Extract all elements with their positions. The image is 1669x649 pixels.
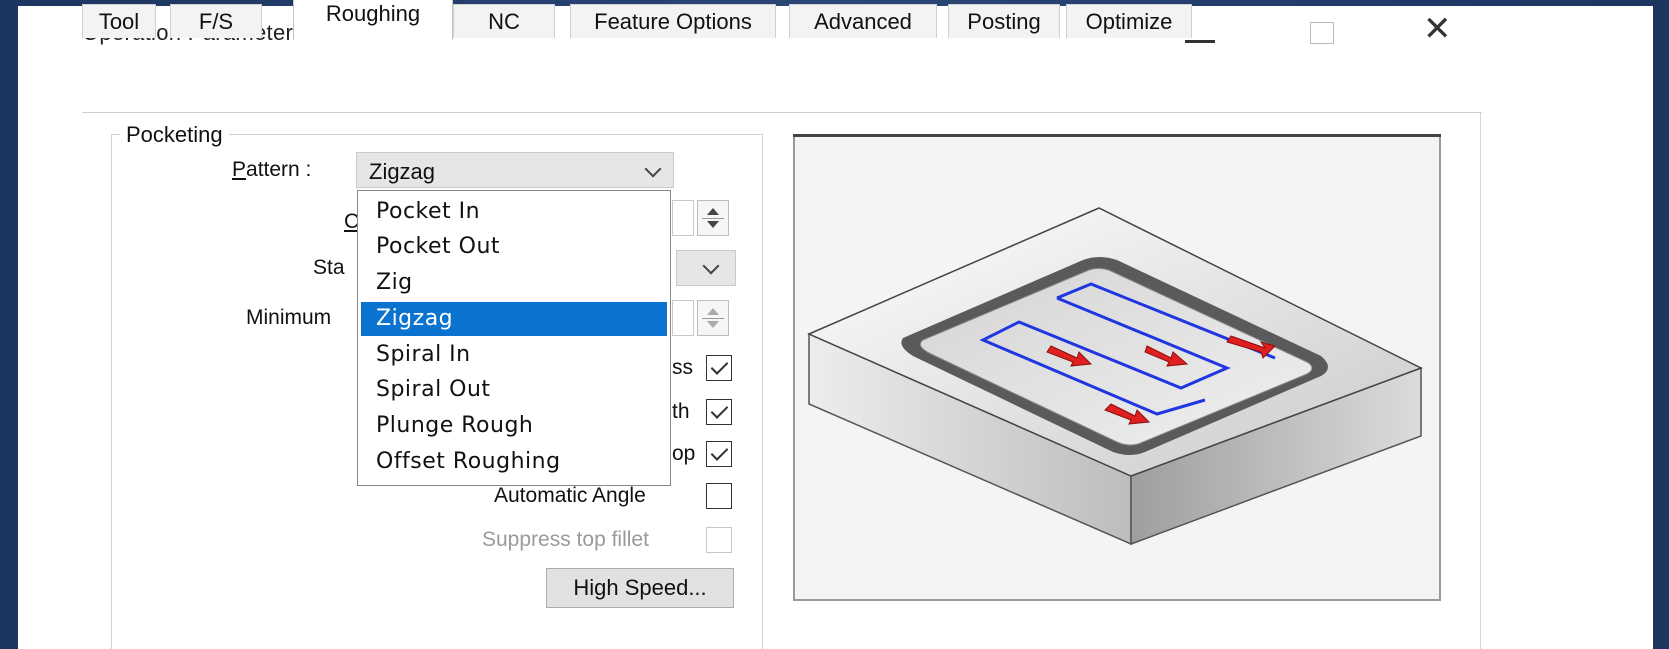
tab-optimize[interactable]: Optimize — [1066, 4, 1192, 38]
chevron-down-icon — [702, 257, 720, 275]
pattern-option-zigzag[interactable]: Zigzag — [361, 302, 667, 336]
pattern-dropdown-list: Pocket In Pocket Out Zig Zigzag Spiral I… — [357, 190, 671, 486]
option-label-fragment-3: op — [672, 442, 696, 465]
pattern-option-spiral-out[interactable]: Spiral Out — [361, 373, 667, 407]
start-label-partial: Sta — [313, 256, 345, 279]
spin-down-icon — [707, 221, 719, 228]
pattern-option-pocket-in[interactable]: Pocket In — [361, 195, 667, 229]
pattern-option-zig[interactable]: Zig — [361, 266, 667, 300]
spin-divider — [702, 318, 724, 319]
option-label-fragment-2: th — [672, 400, 690, 423]
pocketing-group-label: Pocketing — [120, 122, 229, 148]
pattern-preview-panel — [793, 134, 1441, 601]
tab-nc[interactable]: NC — [453, 4, 555, 38]
minimum-input[interactable] — [672, 300, 694, 336]
spin-up-icon — [707, 208, 719, 215]
minimum-label-partial: Minimum — [246, 306, 332, 329]
pattern-option-offset-roughing[interactable]: Offset Roughing — [361, 445, 667, 479]
pattern-option-plunge-rough[interactable]: Plunge Rough — [361, 409, 667, 443]
suppress-top-fillet-checkbox[interactable] — [706, 527, 732, 553]
pattern-label-rest: attern : — [246, 158, 312, 181]
minimize-button[interactable] — [1185, 40, 1215, 43]
spin-up-icon — [707, 308, 719, 315]
suppress-top-fillet-label: Suppress top fillet — [482, 528, 649, 551]
chevron-down-icon — [644, 160, 662, 178]
maximize-button[interactable] — [1310, 22, 1334, 44]
tab-advanced[interactable]: Advanced — [789, 4, 937, 38]
tab-strip-baseline — [82, 112, 1482, 113]
spin-down-icon — [707, 321, 719, 328]
pattern-combobox-value: Zigzag — [369, 159, 436, 184]
zigzag-pocket-illustration-icon — [807, 207, 1423, 546]
option-checkbox-1[interactable] — [706, 355, 732, 381]
option-checkbox-2[interactable] — [706, 399, 732, 425]
preview-border-top — [793, 134, 1441, 137]
spin-divider — [702, 218, 724, 219]
tab-tool[interactable]: Tool — [82, 4, 156, 38]
pattern-option-spiral-in[interactable]: Spiral In — [361, 338, 667, 372]
tab-fs[interactable]: F/S — [170, 4, 262, 38]
tab-roughing[interactable]: Roughing — [293, 0, 453, 40]
panel-divider — [1480, 112, 1481, 649]
cut-input[interactable] — [672, 200, 694, 236]
high-speed-button[interactable]: High Speed... — [546, 568, 734, 608]
tab-feature-options[interactable]: Feature Options — [570, 4, 776, 38]
automatic-angle-checkbox[interactable] — [706, 483, 732, 509]
close-button[interactable]: ✕ — [1423, 12, 1452, 46]
tab-posting[interactable]: Posting — [948, 4, 1060, 38]
option-checkbox-3[interactable] — [706, 441, 732, 467]
minimum-stepper[interactable] — [697, 300, 729, 336]
option-label-fragment-1: ss — [672, 356, 693, 379]
pattern-label: Pattern : — [232, 158, 312, 181]
start-select[interactable] — [676, 250, 736, 286]
automatic-angle-label: Automatic Angle — [494, 484, 646, 507]
cut-stepper[interactable] — [697, 200, 729, 236]
pattern-option-pocket-out[interactable]: Pocket Out — [361, 230, 667, 264]
pattern-combobox[interactable]: Zigzag — [356, 152, 674, 188]
